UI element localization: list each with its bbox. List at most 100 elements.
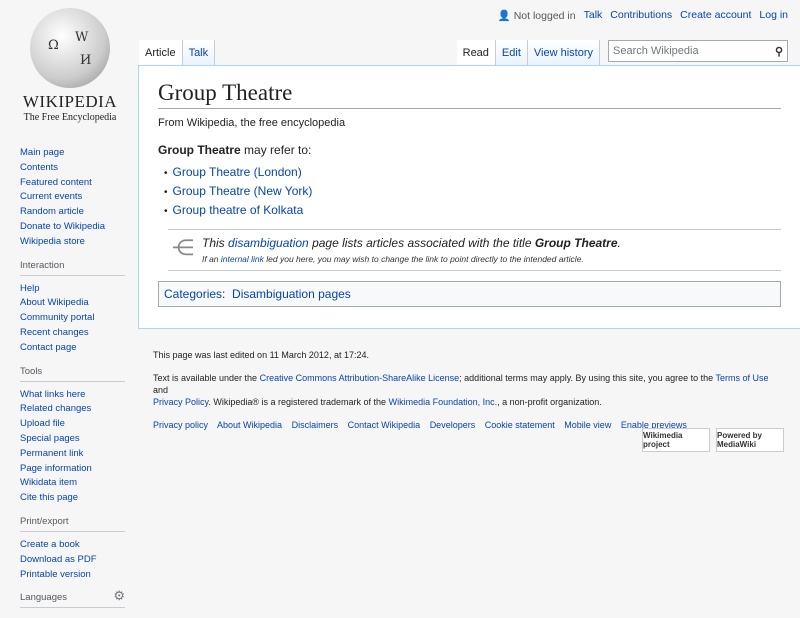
tab-view-history[interactable]: View history (527, 40, 600, 65)
sidebar-item-donate[interactable]: Donate to Wikipedia (20, 220, 125, 235)
sidebar-item-about[interactable]: About Wikipedia (20, 296, 125, 311)
privacy-link[interactable]: Privacy Policy (153, 397, 208, 407)
categories-link[interactable]: Categories (164, 287, 222, 301)
t: page lists articles associated with the … (308, 236, 535, 250)
interaction-portal: Interaction Help About Wikipedia Communi… (20, 260, 125, 356)
sidebar-item-printable[interactable]: Printable version (20, 568, 125, 583)
log-in-link[interactable]: Log in (759, 9, 788, 22)
t: This (202, 236, 229, 250)
lead-text: may refer to: (240, 143, 312, 157)
t: Text is available under the (153, 373, 260, 383)
wikimedia-badge[interactable]: Wikimedia project (642, 428, 710, 452)
disambiguation-link[interactable]: disambiguation (228, 236, 309, 250)
categories-box: Categories: Disambiguation pages (158, 281, 781, 307)
globe-icon: ΩWИ (30, 8, 110, 88)
disambiguation-notice: ⋲ This disambiguation page lists article… (168, 229, 781, 271)
contributions-link[interactable]: Contributions (610, 9, 672, 22)
gear-icon[interactable]: ⚙ (113, 588, 125, 604)
t-bold: Group Theatre (534, 236, 618, 250)
wikipedia-logo[interactable]: ΩWИ Wikipedia The Free Encyclopedia (10, 8, 130, 123)
portal-heading: Tools (20, 366, 125, 382)
footer-about[interactable]: About Wikipedia (217, 420, 282, 430)
footer-developers[interactable]: Developers (430, 420, 476, 430)
view-tabs: Read Edit View history Search Wikipedia ⚲ (456, 38, 788, 65)
sidebar-item-special-pages[interactable]: Special pages (20, 432, 125, 447)
lead: Group Theatre may refer to: (158, 143, 781, 157)
sidebar-item-store[interactable]: Wikipedia store (20, 235, 125, 250)
list-item: Group theatre of Kolkata (164, 203, 781, 217)
t: and (153, 385, 169, 395)
sidebar-item-contact[interactable]: Contact page (20, 341, 125, 356)
cc-link[interactable]: Creative Commons Attribution-ShareAlike … (260, 373, 460, 383)
tab-read[interactable]: Read (456, 40, 496, 65)
tab-talk[interactable]: Talk (182, 40, 216, 65)
sidebar-item-featured[interactable]: Featured content (20, 176, 125, 191)
sidebar-item-what-links-here[interactable]: What links here (20, 388, 125, 403)
search-input[interactable]: Search Wikipedia ⚲ (608, 40, 788, 62)
portal-heading: Print/export (20, 516, 125, 532)
lead-bold: Group Theatre (158, 143, 241, 157)
wordmark: Wikipedia (22, 92, 118, 111)
list-link[interactable]: Group Theatre (New York) (173, 184, 313, 198)
not-logged-in: 👤 Not logged in (498, 9, 576, 22)
search-icon[interactable]: ⚲ (775, 45, 783, 58)
category-link[interactable]: Disambiguation pages (232, 287, 351, 301)
footer-privacy[interactable]: Privacy policy (153, 420, 208, 430)
t: ; additional terms may apply. By using t… (459, 373, 716, 383)
sidebar-item-cite[interactable]: Cite this page (20, 491, 125, 506)
disambiguation-list: Group Theatre (London) Group Theatre (Ne… (164, 165, 781, 217)
site-sub: From Wikipedia, the free encyclopedia (158, 117, 346, 129)
sidebar-item-pdf[interactable]: Download as PDF (20, 553, 125, 568)
talk-link[interactable]: Talk (584, 9, 603, 22)
tools-portal: Tools What links here Related changes Up… (20, 366, 125, 506)
sidebar-item-upload[interactable]: Upload file (20, 417, 125, 432)
sidebar-item-current-events[interactable]: Current events (20, 190, 125, 205)
terms-link[interactable]: Terms of Use (715, 373, 768, 383)
t: . (617, 236, 621, 250)
tab-edit[interactable]: Edit (495, 40, 528, 65)
internal-link[interactable]: internal link (221, 254, 264, 264)
page-title: Group Theatre (158, 80, 781, 109)
mediawiki-badge[interactable]: Powered by MediaWiki (716, 428, 784, 452)
disambiguation-icon: ⋲ (172, 235, 194, 260)
sidebar-item-wikidata[interactable]: Wikidata item (20, 476, 125, 491)
print-portal: Print/export Create a book Download as P… (20, 516, 125, 582)
list-item: Group Theatre (New York) (164, 184, 781, 198)
t: led you here, you may wish to change the… (263, 254, 584, 264)
list-item: Group Theatre (London) (164, 165, 781, 179)
languages-portal: Languages ⚙ (20, 588, 125, 609)
t: . Wikipedia® is a registered trademark o… (208, 397, 389, 407)
footer-contact[interactable]: Contact Wikipedia (348, 420, 421, 430)
license: Text is available under the Creative Com… (153, 372, 783, 408)
status-text: Not logged in (513, 10, 576, 22)
sidebar-item-create-book[interactable]: Create a book (20, 538, 125, 553)
portal-heading: Languages (20, 592, 125, 609)
personal-tools: 👤 Not logged in Talk Contributions Creat… (498, 9, 788, 22)
create-account-link[interactable]: Create account (680, 9, 751, 22)
footer-mobile[interactable]: Mobile view (564, 420, 611, 430)
namespace-tabs: Article Talk (139, 40, 216, 65)
t: , a non-profit organization. (497, 397, 602, 407)
sidebar-item-page-info[interactable]: Page information (20, 462, 125, 477)
search-placeholder: Search Wikipedia (613, 45, 699, 57)
sidebar-item-community[interactable]: Community portal (20, 311, 125, 326)
footer-disclaimers[interactable]: Disclaimers (292, 420, 339, 430)
footer-cookie[interactable]: Cookie statement (485, 420, 555, 430)
sidebar-item-help[interactable]: Help (20, 282, 125, 297)
dab-line-1: This disambiguation page lists articles … (202, 236, 781, 250)
t: If an (202, 254, 221, 264)
sidebar-item-main-page[interactable]: Main page (20, 146, 125, 161)
content: Group Theatre From Wikipedia, the free e… (138, 65, 800, 329)
list-link[interactable]: Group theatre of Kolkata (173, 203, 304, 217)
sidebar-item-permanent-link[interactable]: Permanent link (20, 447, 125, 462)
dab-line-2: If an internal link led you here, you ma… (202, 254, 781, 264)
tab-article[interactable]: Article (139, 40, 183, 65)
list-link[interactable]: Group Theatre (London) (173, 165, 302, 179)
portal-heading: Interaction (20, 260, 125, 276)
sidebar-item-related-changes[interactable]: Related changes (20, 402, 125, 417)
sidebar-item-random[interactable]: Random article (20, 205, 125, 220)
footer-badges: Wikimedia project Powered by MediaWiki (642, 428, 784, 452)
sidebar-item-recent-changes[interactable]: Recent changes (20, 326, 125, 341)
sidebar-item-contents[interactable]: Contents (20, 161, 125, 176)
wmf-link[interactable]: Wikimedia Foundation, Inc. (389, 397, 498, 407)
